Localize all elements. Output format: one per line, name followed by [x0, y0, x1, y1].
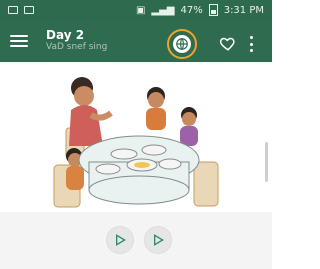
status-left: [8, 6, 34, 14]
audio-controls-bar: [0, 212, 272, 269]
play-slow-button[interactable]: [144, 226, 172, 254]
status-right: ▣ ▂▄▆ 47% 3:31 PM: [136, 4, 264, 16]
heart-icon[interactable]: [219, 34, 237, 52]
clock: 3:31 PM: [223, 4, 264, 16]
signal-icon: ▂▄▆: [151, 4, 175, 16]
battery-percent: 47%: [180, 4, 203, 16]
play-icon: [116, 234, 126, 246]
vibrate-icon: ▣: [135, 4, 146, 16]
status-bar: ▣ ▂▄▆ 47% 3:31 PM: [0, 0, 272, 20]
app-screen: ▣ ▂▄▆ 47% 3:31 PM Day 2 VaD snef sing: [0, 0, 272, 269]
play-button[interactable]: [106, 226, 134, 254]
translate-button[interactable]: [167, 29, 197, 59]
family-dining-table-illustration: [53, 77, 219, 208]
story-content: [0, 62, 272, 269]
notification-icon: [8, 6, 18, 14]
translate-icon: [173, 35, 191, 53]
image-notification-icon: [24, 6, 34, 14]
title-group: Day 2 VaD snef sing: [46, 29, 107, 52]
page-subtitle: VaD snef sing: [46, 41, 108, 52]
play-icon: [154, 234, 164, 246]
page-title: Day 2: [46, 28, 85, 43]
scroll-handle[interactable]: [265, 142, 268, 182]
battery-icon: [208, 4, 218, 16]
menu-icon[interactable]: [10, 32, 28, 50]
more-vert-icon[interactable]: [248, 36, 254, 52]
